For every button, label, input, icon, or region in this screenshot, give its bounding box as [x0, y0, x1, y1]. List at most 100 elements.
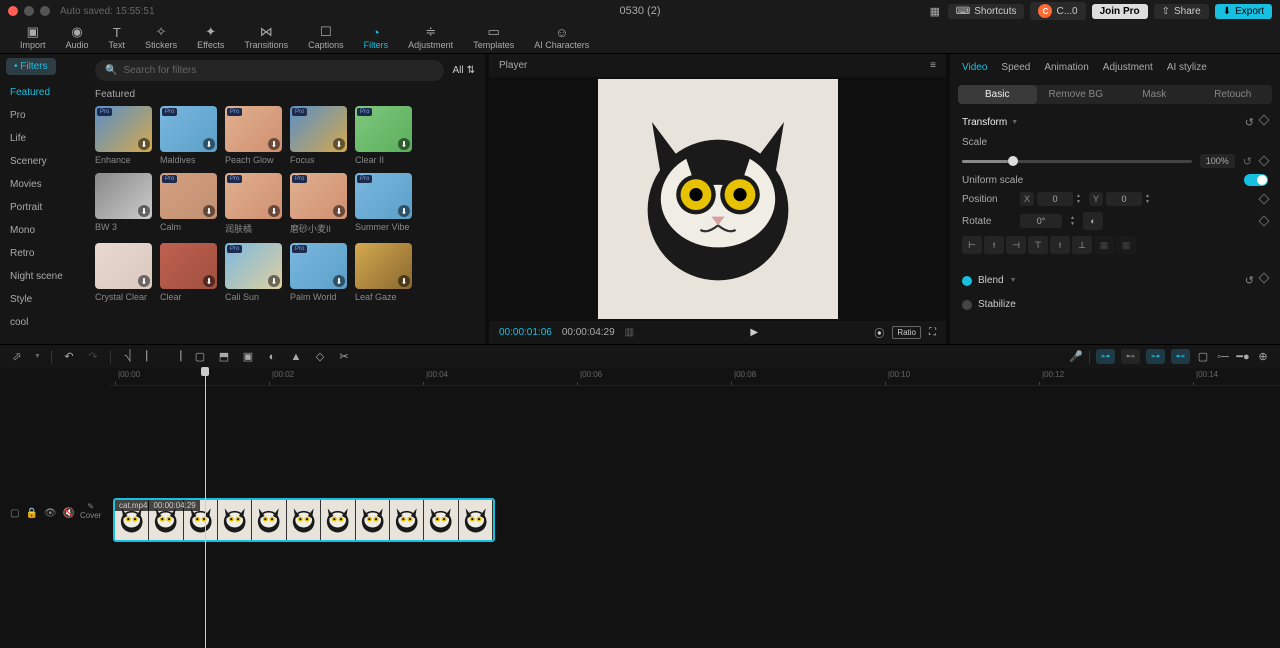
player-menu-icon[interactable]: ≡ [930, 60, 936, 71]
filter-thumb[interactable]: Pro⬇Palm World [290, 243, 347, 302]
sidebar-item-mono[interactable]: Mono [6, 219, 79, 242]
download-icon[interactable]: ⬇ [203, 138, 215, 150]
filter-thumb[interactable]: ⬇Leaf Gaze [355, 243, 412, 302]
distribute-v-icon[interactable]: ▦ [1116, 236, 1136, 254]
uniform-scale-toggle[interactable] [1244, 174, 1268, 186]
snap-4-icon[interactable]: ⊷ [1171, 349, 1190, 364]
rotate-dial[interactable]: ◐ [1083, 212, 1103, 230]
subtab-retouch[interactable]: Retouch [1194, 85, 1273, 104]
nav-stickers[interactable]: ✧Stickers [135, 22, 187, 53]
playhead[interactable] [205, 368, 206, 648]
stabilize-row[interactable]: Stabilize [950, 293, 1280, 316]
download-icon[interactable]: ⬇ [268, 138, 280, 150]
scale-value[interactable]: 100% [1200, 154, 1235, 168]
sidebar-item-scenery[interactable]: Scenery [6, 150, 79, 173]
download-icon[interactable]: ⬇ [138, 205, 150, 217]
tab-video[interactable]: Video [962, 62, 987, 73]
blend-row[interactable]: Blend▼ ↺ [950, 268, 1280, 293]
subtab-mask[interactable]: Mask [1115, 85, 1194, 104]
maximize-window[interactable] [40, 6, 50, 16]
filter-thumb[interactable]: Pro⬇Summer Vibe [355, 173, 412, 235]
download-icon[interactable]: ⬇ [203, 205, 215, 217]
nav-effects[interactable]: ✦Effects [187, 22, 234, 53]
zoom-fit-icon[interactable]: ⊕ [1256, 350, 1270, 363]
blend-checkbox-icon[interactable] [962, 276, 972, 286]
track-opt-icon[interactable]: ▢ [1196, 350, 1210, 363]
split-left-icon[interactable]: ⎸ [145, 350, 159, 363]
fullscreen-icon[interactable]: ⛶ [929, 327, 936, 338]
compare-icon[interactable]: ▥ [625, 327, 634, 338]
download-icon[interactable]: ⬇ [203, 275, 215, 287]
nav-adjustment[interactable]: ≑Adjustment [398, 22, 463, 53]
shortcuts-button[interactable]: ⌨Shortcuts [948, 4, 1025, 19]
tab-speed[interactable]: Speed [1001, 62, 1030, 73]
filter-thumb[interactable]: Pro⬇Maldives [160, 106, 217, 165]
filter-thumb[interactable]: Pro⬇Clear II [355, 106, 412, 165]
zoom-out-icon[interactable]: ◦─ [1216, 351, 1230, 363]
nav-captions[interactable]: ☐Captions [298, 22, 354, 53]
nav-templates[interactable]: ▭Templates [463, 22, 524, 53]
nav-audio[interactable]: ◉Audio [56, 22, 99, 53]
track-lock-icon[interactable]: 🔒 [25, 508, 37, 519]
rotate-spinner[interactable]: ▲▼ [1070, 215, 1075, 227]
track-visible-icon[interactable]: 👁 [44, 508, 57, 519]
search-input[interactable]: 🔍 Search for filters [95, 60, 444, 81]
x-spinner[interactable]: ▲▼ [1076, 193, 1081, 205]
mirror-icon[interactable]: ▲ [289, 351, 303, 363]
sidebar-item-cool[interactable]: cool [6, 311, 79, 334]
rotate-icon[interactable]: ◇ [313, 350, 327, 363]
filter-thumb[interactable]: Pro⬇Enhance [95, 106, 152, 165]
sidebar-item-featured[interactable]: Featured [6, 81, 79, 104]
download-icon[interactable]: ⬇ [138, 138, 150, 150]
track-mute-icon[interactable]: 🔇 [63, 508, 75, 519]
sidebar-item-retro[interactable]: Retro [6, 242, 79, 265]
keyframe-scale-icon[interactable] [1258, 155, 1269, 166]
subtab-removebg[interactable]: Remove BG [1037, 85, 1116, 104]
track-area[interactable]: ▢ 🔒 👁 🔇 ✎ Cover cat.mp4 00:00:04:29 [110, 386, 1280, 586]
zoom-slider-icon[interactable]: ━● [1236, 350, 1250, 363]
split-right-icon[interactable]: ⎹ [169, 350, 183, 363]
crop2-icon[interactable]: ✂ [337, 350, 351, 363]
sidebar-item-life[interactable]: Life [6, 127, 79, 150]
download-icon[interactable]: ⬇ [398, 205, 410, 217]
download-icon[interactable]: ⬇ [333, 275, 345, 287]
nav-filters[interactable]: ◔Filters [354, 22, 399, 53]
sidebar-item-movies[interactable]: Movies [6, 173, 79, 196]
filter-thumb[interactable]: ⬇Clear [160, 243, 217, 302]
download-icon[interactable]: ⬇ [398, 275, 410, 287]
close-window[interactable] [8, 6, 18, 16]
distribute-h-icon[interactable]: ▦ [1094, 236, 1114, 254]
transform-header[interactable]: Transform ▼ [962, 117, 1018, 128]
tab-adjustment[interactable]: Adjustment [1103, 62, 1153, 73]
filter-thumb[interactable]: ⬇Crystal Clear [95, 243, 152, 302]
snap-3-icon[interactable]: ⊶ [1146, 349, 1165, 364]
ratio-button[interactable]: Ratio [892, 326, 921, 339]
sidebar-item-portrait[interactable]: Portrait [6, 196, 79, 219]
export-button[interactable]: ⬇Export [1215, 4, 1272, 19]
cover-button[interactable]: ✎ Cover [80, 502, 101, 520]
filter-thumb[interactable]: Pro⬇Cali Sun [225, 243, 282, 302]
sidebar-item-night-scene[interactable]: Night scene [6, 265, 79, 288]
selection-tool-icon[interactable]: ⬀ [10, 350, 24, 363]
timeline[interactable]: |00:00|00:02|00:04|00:06|00:08|00:10|00:… [0, 368, 1280, 648]
align-center-h-icon[interactable]: ⟊ [984, 236, 1004, 254]
frame-icon[interactable]: ▣ [241, 350, 255, 363]
crop-icon[interactable]: ▢ [193, 350, 207, 363]
reset-scale-icon[interactable]: ↺ [1243, 155, 1252, 168]
align-right-icon[interactable]: ⊣ [1006, 236, 1026, 254]
reset-icon[interactable]: ↺ [1245, 116, 1254, 129]
filter-thumb[interactable]: Pro⬇磨砂小麦II [290, 173, 347, 235]
filter-thumb[interactable]: Pro⬇Calm [160, 173, 217, 235]
minimize-window[interactable] [24, 6, 34, 16]
y-input[interactable]: 0 [1106, 192, 1142, 206]
filter-thumb[interactable]: Pro⬇Peach Glow [225, 106, 282, 165]
align-center-v-icon[interactable]: ⟊ [1050, 236, 1070, 254]
keyframe-position-icon[interactable] [1258, 193, 1269, 204]
keyframe-icon[interactable] [1258, 114, 1269, 125]
user-chip[interactable]: CC...0 [1030, 2, 1085, 20]
video-clip[interactable]: cat.mp4 00:00:04:29 [113, 498, 495, 542]
focus-icon[interactable]: ⦿ [874, 325, 884, 340]
all-button[interactable]: All⇅ [452, 65, 475, 76]
mic-icon[interactable]: 🎤 [1069, 350, 1083, 363]
keyframe-blend-icon[interactable] [1258, 272, 1269, 283]
